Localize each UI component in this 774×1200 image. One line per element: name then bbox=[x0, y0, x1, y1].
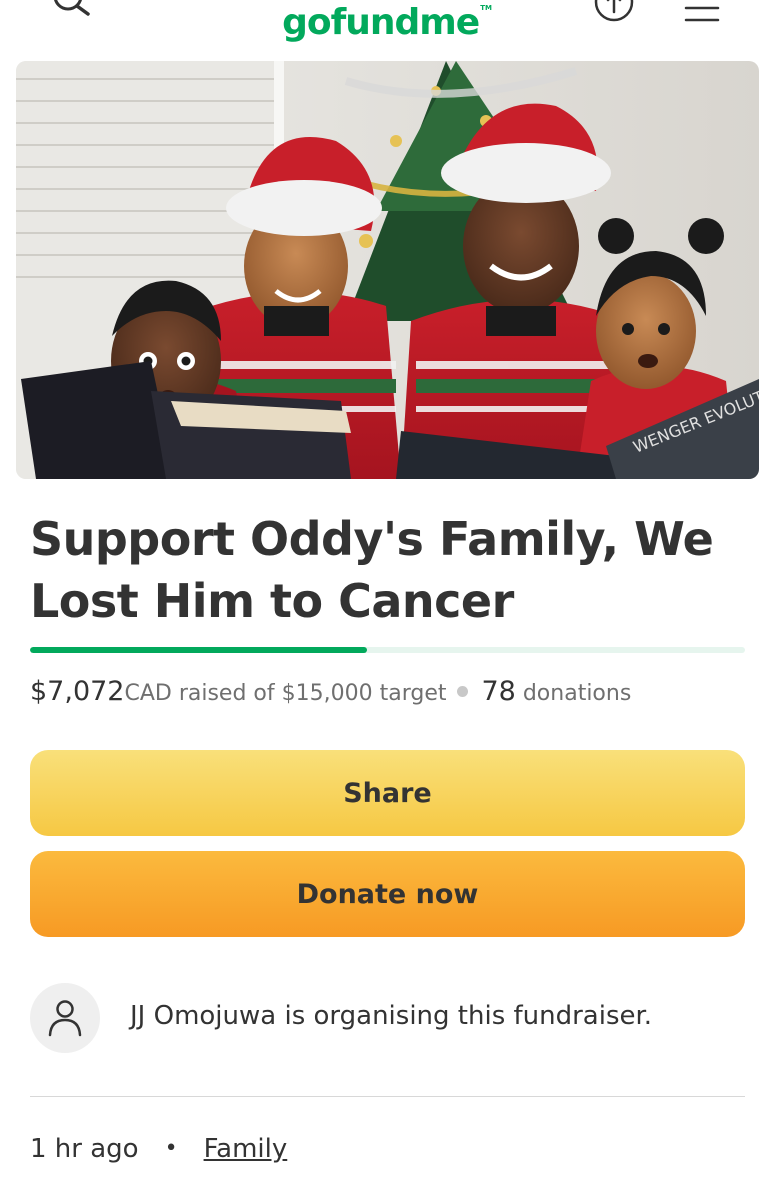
fundraiser-title: Support Oddy's Family, We Lost Him to Ca… bbox=[30, 512, 714, 628]
logo-tm: TM bbox=[480, 4, 492, 12]
donate-now-button[interactable]: Donate now bbox=[30, 851, 745, 937]
progress-bar-fill bbox=[30, 647, 368, 653]
logo-text: gofundme bbox=[282, 2, 480, 43]
user-icon bbox=[48, 1000, 82, 1037]
gofundme-logo[interactable]: gofundmeTM bbox=[0, 2, 774, 43]
donations-count: 78 bbox=[481, 676, 516, 707]
share-button[interactable]: Share bbox=[30, 750, 745, 836]
bullet-separator: • bbox=[164, 1136, 178, 1161]
divider bbox=[30, 1096, 745, 1097]
upload-icon[interactable] bbox=[590, 0, 638, 34]
raised-summary: $7,072CAD raised of $15,000 target 78 do… bbox=[30, 676, 760, 707]
donate-button-label: Donate now bbox=[296, 878, 479, 910]
raised-text: CAD raised of $15,000 target bbox=[124, 681, 447, 706]
organiser-row: JJ Omojuwa is organising this fundraiser… bbox=[30, 983, 750, 1053]
meta-row: 1 hr ago • Family bbox=[30, 1134, 287, 1164]
organiser-text: JJ Omojuwa is organising this fundraiser… bbox=[130, 1001, 653, 1031]
progress-bar bbox=[30, 647, 745, 653]
raised-amount: $7,072 bbox=[30, 676, 125, 707]
category-link[interactable]: Family bbox=[204, 1134, 288, 1164]
share-button-label: Share bbox=[343, 777, 432, 809]
created-time: 1 hr ago bbox=[30, 1134, 139, 1164]
menu-icon[interactable] bbox=[680, 0, 724, 30]
donations-label: donations bbox=[522, 681, 632, 706]
fundraiser-hero-image: WENGER EVOLUTION bbox=[16, 61, 759, 479]
avatar bbox=[30, 983, 100, 1053]
top-nav: gofundmeTM bbox=[0, 0, 774, 58]
separator-dot bbox=[457, 686, 469, 697]
